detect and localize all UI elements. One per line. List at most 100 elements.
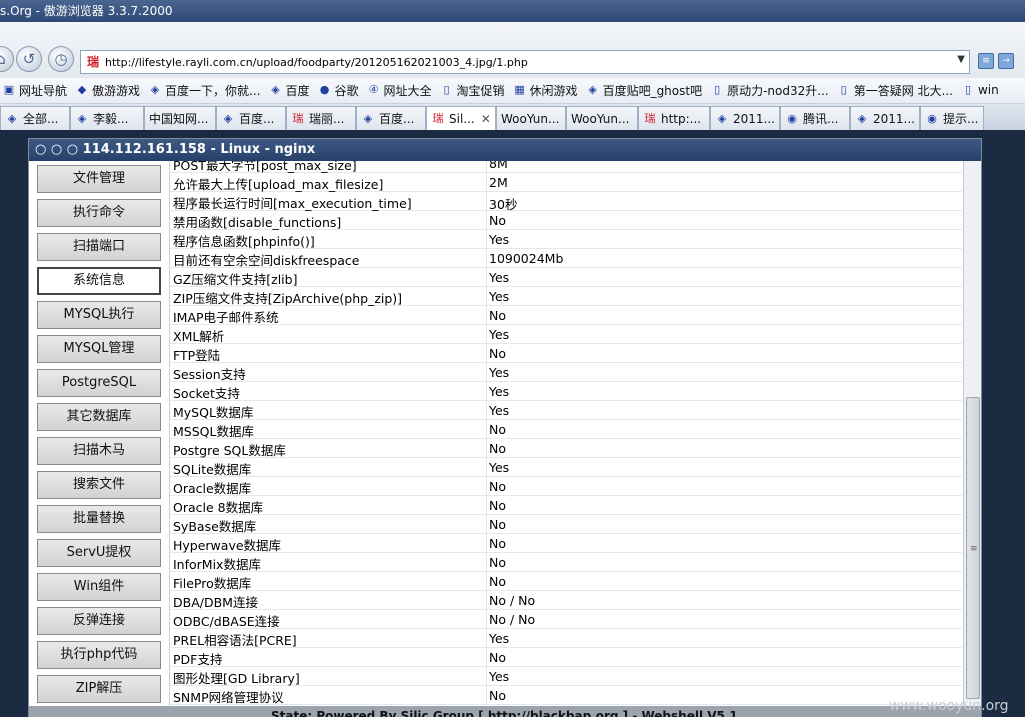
tab[interactable]: 中国知网... (144, 106, 216, 130)
bookmark-item[interactable]: ▣ 网址导航 (0, 78, 73, 102)
info-value: 1090024Mb (489, 251, 564, 266)
toolbar-right-icons: ≡ → (978, 52, 1022, 74)
url-input[interactable] (105, 53, 945, 71)
bookmark-item[interactable]: ▯ 第一答疑网 北大... (835, 78, 959, 102)
tab-strip: ◈ 全部... ◈ 李毅... 中国知网... ◈ 百度... 瑞瑞丽... ◈ 百度... 瑞 Si… (0, 104, 1025, 130)
sidebar-button[interactable]: 批量替换 (37, 505, 161, 533)
column-divider (486, 420, 487, 439)
sidebar-button[interactable]: 扫描端口 (37, 233, 161, 261)
info-row: 允许最大上传[upload_max_filesize] 2M (170, 173, 962, 192)
sidebar-button[interactable]: 执行php代码 (37, 641, 161, 669)
sidebar-button[interactable]: 系统信息 (37, 267, 161, 295)
info-value: Yes (489, 384, 510, 399)
bookmark-item[interactable]: ▯ win (959, 78, 1005, 102)
bookmark-icon: ◈ (271, 83, 280, 96)
address-bar[interactable]: 瑞 ▼ (80, 50, 970, 74)
chevron-down-icon[interactable]: ▼ (957, 54, 965, 65)
sidebar-button[interactable]: ZIP解压 (37, 675, 161, 703)
sidebar-button[interactable]: Win组件 (37, 573, 161, 601)
column-divider (486, 401, 487, 420)
tab[interactable]: ◈ 全部... (0, 106, 70, 130)
window-title: s.Org - 傲游浏览器 3.3.7.2000 (0, 4, 173, 18)
tab-favicon-icon: ◉ (927, 111, 937, 125)
bookmark-item[interactable]: ◈ 百度一下，你就... (146, 78, 266, 102)
tab-label: 提示... (943, 112, 979, 126)
bookmark-label: 百度贴吧_ghost吧 (602, 83, 703, 98)
sidebar-button[interactable]: PostgreSQL (37, 369, 161, 397)
refresh-icon[interactable]: ↺ (16, 46, 42, 72)
column-divider (486, 382, 487, 401)
watermark: www.wooyun.org (889, 698, 1009, 714)
column-divider (486, 686, 487, 705)
tab[interactable]: 瑞 Sil... ✕ (426, 106, 496, 130)
bookmark-label: 淘宝促销 (456, 83, 505, 98)
bookmark-item[interactable]: ◆ 傲游游戏 (73, 78, 146, 102)
tab-favicon-icon: ◈ (7, 111, 17, 125)
sidebar-button[interactable]: 反弹连接 (37, 607, 161, 635)
rss-icon[interactable]: ≡ (978, 53, 994, 69)
sidebar-button[interactable]: 文件管理 (37, 165, 161, 193)
bookmark-icon: ▯ (964, 83, 971, 96)
webshell-panel: ○ ○ ○ 114.112.161.158 - Linux - nginx 文件… (28, 138, 982, 717)
tab[interactable]: 瑞瑞丽... (286, 106, 356, 130)
info-row: PREL相容语法[PCRE] Yes (170, 629, 962, 648)
tab-favicon-icon: ◈ (857, 111, 867, 125)
bookmark-item[interactable]: ▯ 淘宝促销 (438, 78, 511, 102)
go-icon[interactable]: → (998, 53, 1014, 69)
home-icon[interactable]: ⌂ (0, 46, 14, 72)
info-key: Socket支持 (173, 386, 240, 401)
column-divider (486, 161, 487, 173)
tab[interactable]: WooYun... (496, 106, 566, 130)
info-value: No (489, 346, 506, 361)
window-title-bar: s.Org - 傲游浏览器 3.3.7.2000 (0, 0, 1025, 22)
info-key: 允许最大上传[upload_max_filesize] (173, 177, 384, 192)
history-icon[interactable]: ◷ (48, 46, 74, 72)
info-key: FTP登陆 (173, 348, 221, 363)
sidebar-button[interactable]: 搜索文件 (37, 471, 161, 499)
sidebar-button[interactable]: ServU提权 (37, 539, 161, 567)
info-key: FilePro数据库 (173, 576, 252, 591)
info-key: SyBase数据库 (173, 519, 257, 534)
info-key: InforMix数据库 (173, 557, 261, 572)
info-key: 图形处理[GD Library] (173, 671, 300, 686)
bookmark-label: win (977, 83, 999, 97)
tab[interactable]: ◈ 百度... (216, 106, 286, 130)
column-divider (486, 648, 487, 667)
bookmark-item[interactable]: ▯ 原动力-nod32升... (708, 78, 835, 102)
bookmark-item[interactable]: ④ 网址大全 (365, 78, 438, 102)
info-key: PDF支持 (173, 652, 223, 667)
tab[interactable]: 瑞 http:... (638, 106, 710, 130)
info-key: 程序最长运行时间[max_execution_time] (173, 196, 412, 211)
vertical-scrollbar[interactable]: ≡ (963, 161, 981, 706)
scrollbar-thumb[interactable]: ≡ (966, 397, 980, 699)
column-divider (486, 211, 487, 230)
info-key: SNMP网络管理协议 (173, 690, 284, 705)
bookmark-label: 谷歌 (334, 83, 359, 98)
bookmark-item[interactable]: ▦ 休闲游戏 (511, 78, 584, 102)
sidebar-button[interactable]: 执行命令 (37, 199, 161, 227)
sidebar-button[interactable]: MYSQL执行 (37, 301, 161, 329)
tab[interactable]: ◉ 提示... (920, 106, 984, 130)
info-value: No (489, 555, 506, 570)
sidebar-button[interactable]: 扫描木马 (37, 437, 161, 465)
tab[interactable]: ◈ 2011... (710, 106, 780, 130)
info-row: Hyperwave数据库 No (170, 534, 962, 553)
info-row: SyBase数据库 No (170, 515, 962, 534)
tab-favicon-icon: ◈ (363, 111, 373, 125)
tab[interactable]: ◈ 百度... (356, 106, 426, 130)
bookmark-item[interactable]: ◈ 百度贴吧_ghost吧 (584, 78, 709, 102)
sidebar-button[interactable]: 其它数据库 (37, 403, 161, 431)
column-divider (486, 306, 487, 325)
bookmark-item[interactable]: ● 谷歌 (316, 78, 365, 102)
bookmark-item[interactable]: ◈ 百度 (266, 78, 315, 102)
tab[interactable]: ◉ 腾讯... (780, 106, 850, 130)
tab[interactable]: WooYun... (566, 106, 638, 130)
close-icon[interactable]: ✕ (481, 112, 491, 126)
sidebar-button[interactable]: MYSQL管理 (37, 335, 161, 363)
info-value: No (489, 517, 506, 532)
tab-label: WooYun... (571, 111, 630, 126)
info-row: 程序最长运行时间[max_execution_time] 30秒 (170, 192, 962, 212)
tab[interactable]: ◈ 2011... (850, 106, 920, 130)
tab[interactable]: ◈ 李毅... (70, 106, 144, 130)
bookmark-icon: ● (319, 83, 330, 96)
